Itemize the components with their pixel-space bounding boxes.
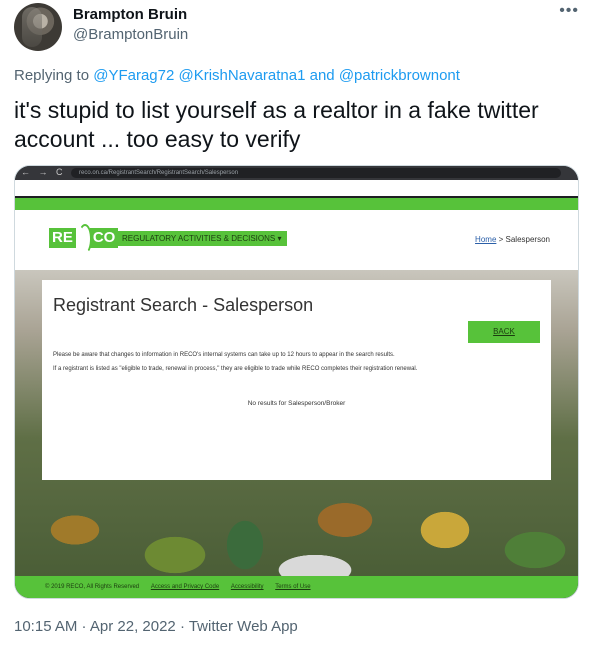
breadcrumb: Home > Salesperson <box>475 235 550 244</box>
display-name[interactable]: Brampton Bruin <box>73 6 187 23</box>
regulatory-menu-button: REGULATORY ACTIVITIES & DECISIONS ▾ <box>116 231 288 246</box>
replying-prefix: Replying to <box>14 67 90 84</box>
tweet-text: it's stupid to list yourself as a realto… <box>14 97 539 152</box>
avatar[interactable] <box>14 3 62 51</box>
page-title: Registrant Search - Salesperson <box>53 295 314 315</box>
site-header: RE CO REGULATORY ACTIVITIES & DECISIONS … <box>15 210 578 270</box>
user-handle[interactable]: @BramptonBruin <box>73 26 188 43</box>
logo-right-text: CO <box>89 228 119 248</box>
address-url: reco.on.ca/RegistrantSearch/RegistrantSe… <box>79 170 239 176</box>
back-button: BACK <box>468 321 540 343</box>
search-results-card: Registrant Search - Salesperson BACK Ple… <box>42 280 551 480</box>
tweet: Brampton Bruin @BramptonBruin ••• Replyi… <box>0 0 595 654</box>
reco-logo: RE CO <box>49 224 119 254</box>
breadcrumb-current: > Salesperson <box>498 235 550 244</box>
site-footer: © 2019 RECO, All Rights Reserved Access … <box>15 576 578 598</box>
reply-mention-link[interactable]: @patrickbrownont <box>339 67 460 84</box>
site-top-bar <box>15 198 578 210</box>
footer-copyright: © 2019 RECO, All Rights Reserved <box>45 584 140 590</box>
logo-swoosh-icon <box>75 224 92 254</box>
reply-and-text[interactable]: and <box>310 67 335 84</box>
footer-link-privacy: Access and Privacy Code <box>150 584 220 590</box>
tweet-timestamp[interactable]: 10:15 AM · Apr 22, 2022 · Twitter Web Ap… <box>14 618 298 635</box>
tweet-image[interactable]: ← → C reco.on.ca/RegistrantSearch/Regist… <box>14 165 579 599</box>
reply-mention-link[interactable]: @KrishNavaratna1 <box>179 67 306 84</box>
no-results-message: No results for Salesperson/Broker <box>247 400 346 407</box>
browser-extension-strip <box>15 180 578 198</box>
eligibility-notice: If a registrant is listed as "eligible t… <box>53 366 418 372</box>
browser-nav-icons: ← → C <box>21 167 66 177</box>
footer-link-accessibility: Accessibility <box>230 584 264 590</box>
more-dots-icon[interactable]: ••• <box>559 2 579 20</box>
breadcrumb-home-link: Home <box>475 235 497 244</box>
update-notice: Please be aware that changes to informat… <box>53 352 395 358</box>
logo-left-text: RE <box>49 228 76 248</box>
footer-link-terms: Terms of Use <box>275 584 311 590</box>
browser-toolbar: ← → C reco.on.ca/RegistrantSearch/Regist… <box>15 166 578 180</box>
footer-links: © 2019 RECO, All Rights Reserved Access … <box>45 584 311 590</box>
replying-to-line: Replying to @YFarag72 @KrishNavaratna1 a… <box>14 67 460 84</box>
address-bar: reco.on.ca/RegistrantSearch/RegistrantSe… <box>71 168 561 178</box>
reply-mention-link[interactable]: @YFarag72 <box>93 67 174 84</box>
